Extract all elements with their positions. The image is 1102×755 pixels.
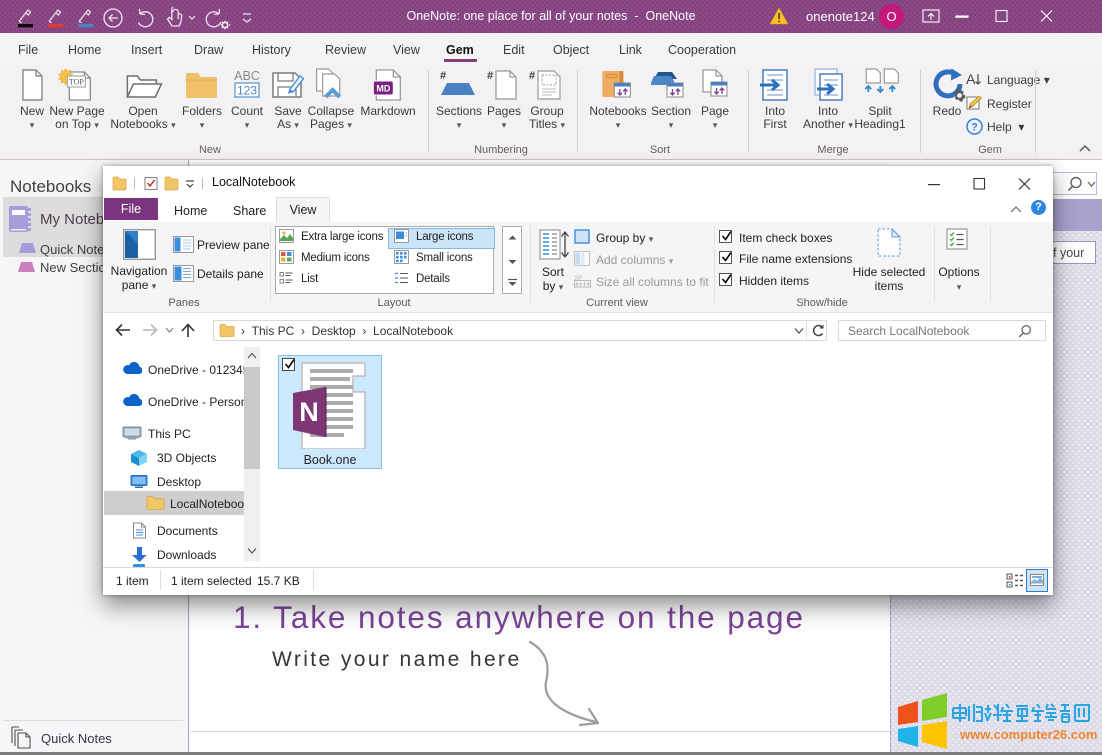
svg-text:123: 123 xyxy=(237,84,257,98)
svg-text:A: A xyxy=(966,71,976,87)
svg-text:?: ? xyxy=(971,122,978,134)
svg-text:MD: MD xyxy=(376,84,390,94)
svg-text:#: # xyxy=(487,70,493,82)
svg-text:ABC: ABC xyxy=(234,69,260,83)
svg-text:TOP: TOP xyxy=(69,78,85,87)
svg-text:#: # xyxy=(440,70,446,82)
svg-text:N: N xyxy=(299,397,319,427)
svg-text:#: # xyxy=(529,70,535,82)
